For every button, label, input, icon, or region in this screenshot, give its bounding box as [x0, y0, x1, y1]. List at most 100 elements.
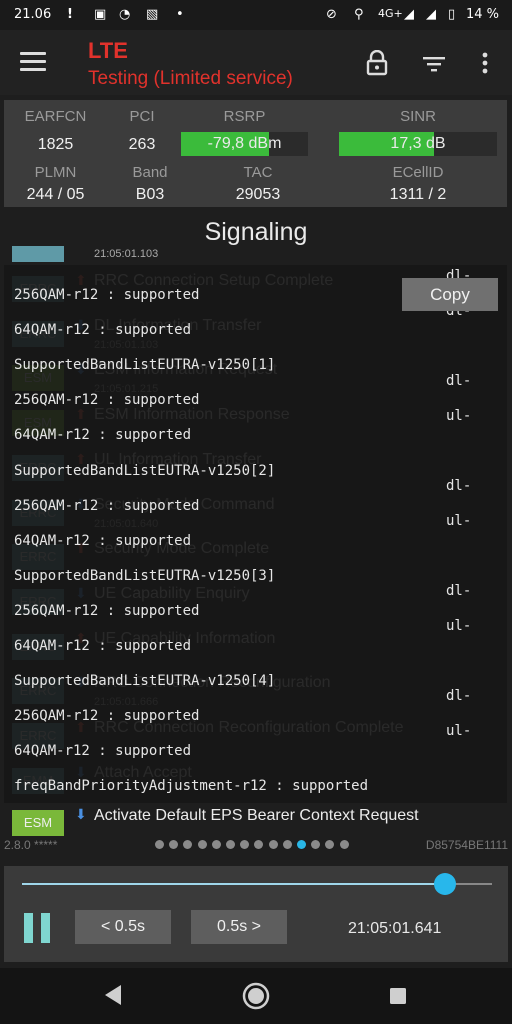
page-dot[interactable] [282, 840, 292, 849]
mute-icon: ⊘ [326, 7, 337, 22]
pci-value: 263 [128, 136, 156, 153]
tac-label: TAC [243, 164, 273, 181]
page-dot[interactable] [325, 840, 335, 849]
status-bar: 21.06 ! ▣ ◔ ▧ • ⊘ ⚲ 4G+ ◢ ◢ ▯ 14 % [0, 0, 512, 30]
detail-line-suffix: dl- [446, 583, 472, 599]
copy-button[interactable]: Copy [402, 278, 498, 311]
earfcn-label: EARFCN [24, 108, 87, 125]
alert-icon: ! [67, 7, 73, 22]
detail-line: 64QAM-r12 : supported [14, 427, 192, 444]
band-value: B03 [135, 186, 165, 203]
list-item: 21:05:01.103 [0, 246, 512, 264]
rsrp-value: -79,8 dBm [207, 135, 282, 152]
detail-line: SupportedBandListEUTRA-v1250[4] [14, 673, 276, 690]
photo-icon: ▧ [146, 7, 159, 22]
wifi-icon: ◔ [119, 7, 131, 22]
page-dot[interactable] [211, 840, 221, 849]
detail-line: SupportedBandListEUTRA-v1250[2] [14, 462, 276, 479]
page-dot[interactable] [226, 840, 235, 849]
dot-icon: • [176, 7, 184, 22]
playback-slider[interactable] [22, 873, 492, 895]
app-bar: LTE Testing (Limited service) [0, 30, 512, 95]
detail-line-suffix: dl- [446, 688, 472, 704]
image-icon: ▣ [94, 7, 107, 22]
list-item[interactable]: ESM ⬇ Activate Default EPS Bearer Contex… [0, 802, 512, 836]
detail-line-suffix: ul- [446, 408, 472, 424]
device-id: D85754BE1111 [425, 838, 508, 852]
location-icon: ⚲ [354, 7, 364, 22]
page-dot-active[interactable] [297, 840, 306, 849]
rsrp-bar: -79,8 dBm [181, 132, 308, 156]
sinr-bar: 17,3 dB [339, 132, 497, 156]
navigation-bar [0, 968, 512, 1024]
more-options-icon[interactable] [473, 50, 497, 76]
detail-line: 64QAM-r12 : supported [14, 638, 192, 654]
sinr-value: 17,3 dB [390, 135, 446, 152]
app-title: LTE [88, 38, 128, 63]
filter-icon[interactable] [422, 50, 446, 76]
page-dot[interactable] [197, 840, 207, 849]
page-dot[interactable] [169, 840, 179, 849]
message-time: 21:05:01.103 [94, 248, 159, 260]
layer-badge: ESM [12, 810, 64, 836]
band-label: Band [132, 164, 168, 181]
ecellid-label: ECellID [392, 164, 444, 181]
detail-line: 256QAM-r12 : supported [14, 602, 200, 619]
sinr-label: SINR [400, 108, 436, 125]
detail-line: 64QAM-r12 : supported [14, 743, 192, 760]
battery-icon: ▯ [448, 7, 456, 22]
detail-line: 256QAM-r12 : supported [14, 392, 200, 409]
tac-value: 29053 [235, 186, 281, 203]
lock-icon[interactable] [365, 50, 389, 76]
home-icon[interactable] [241, 981, 271, 1011]
slider-fill [22, 883, 445, 885]
network-type: 4G+ [378, 7, 403, 20]
detail-line: SupportedBandListEUTRA-v1250[3] [14, 567, 276, 584]
menu-icon[interactable] [20, 52, 46, 72]
downlink-arrow-icon: ⬇ [75, 806, 87, 822]
detail-line-suffix: dl- [446, 373, 472, 389]
page-dot[interactable] [254, 840, 264, 849]
plmn-value: 244 / 05 [26, 186, 85, 203]
earfcn-value: 1825 [37, 136, 74, 153]
recents-icon[interactable] [389, 987, 407, 1005]
detail-line-suffix: ul- [446, 723, 472, 739]
detail-line: 256QAM-r12 : supported [14, 497, 200, 514]
plmn-label: PLMN [34, 164, 77, 181]
slider-thumb[interactable] [434, 873, 456, 895]
playback-controls: < 0.5s 0.5s > 21:05:01.641 [4, 866, 508, 962]
playback-time: 21:05:01.641 [348, 920, 442, 937]
back-icon[interactable] [103, 984, 123, 1006]
detail-line: 256QAM-r12 : supported [14, 708, 200, 725]
detail-line-suffix: ul- [446, 513, 472, 529]
detail-line-suffix: dl- [446, 478, 472, 494]
pci-label: PCI [129, 108, 155, 125]
message-name: Activate Default EPS Bearer Context Requ… [94, 807, 419, 824]
service-status: Testing (Limited service) [88, 68, 293, 89]
section-title: Signaling [204, 218, 308, 246]
signal-2-icon: ◢ [426, 7, 436, 22]
status-time: 21.06 [14, 7, 52, 22]
step-back-button[interactable]: < 0.5s [75, 910, 171, 944]
page-dot[interactable] [183, 840, 193, 849]
page-dot[interactable] [311, 840, 321, 849]
detail-line: 256QAM-r12 : supported [14, 287, 200, 303]
ecellid-value: 1311 / 2 [389, 186, 447, 203]
page-dot[interactable] [339, 840, 349, 849]
step-forward-button[interactable]: 0.5s > [191, 910, 287, 944]
message-detail-popup[interactable]: 256QAM-r12 : supported 64QAM-r12 : suppor… [4, 265, 507, 803]
detail-line: SupportedBandListEUTRA-v1250[1] [14, 357, 276, 374]
layer-badge [12, 246, 64, 262]
rsrp-label: RSRP [223, 108, 266, 125]
app-version: 2.8.0 ***** [4, 838, 58, 852]
page-dot[interactable] [155, 840, 164, 849]
battery-percent: 14 % [466, 7, 500, 22]
pause-icon[interactable] [24, 913, 52, 943]
detail-line: 64QAM-r12 : supported [14, 322, 192, 339]
page-dot[interactable] [268, 840, 278, 849]
detail-line: 64QAM-r12 : supported [14, 532, 192, 549]
page-dot[interactable] [240, 840, 250, 849]
detail-line: freqBandPriorityAdjustment-r12 : support… [14, 778, 369, 795]
cell-metrics-panel: EARFCN 1825 PCI 263 RSRP -79,8 dBm SINR … [4, 100, 507, 207]
detail-line-suffix: ul- [446, 618, 472, 634]
